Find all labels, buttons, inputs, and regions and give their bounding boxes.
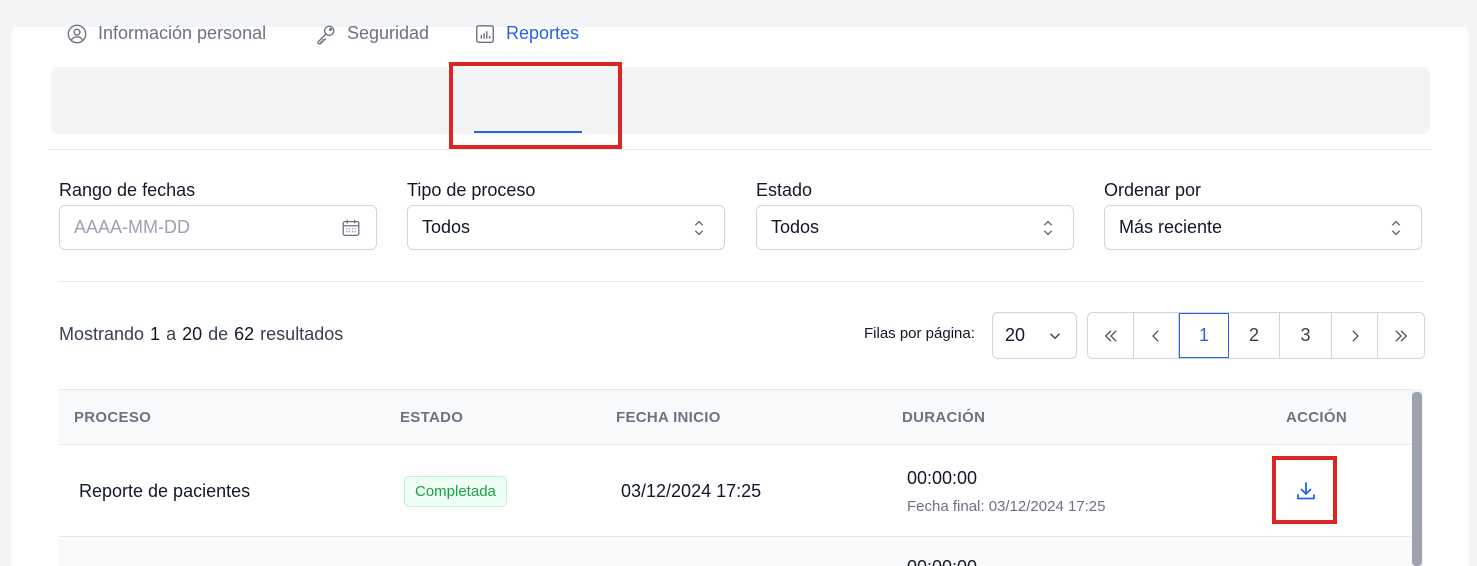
next-page-button[interactable] [1332,313,1378,358]
divider [59,281,1423,282]
divider [49,149,1431,150]
active-tab-indicator [474,131,582,133]
user-circle-icon [67,24,87,43]
download-icon[interactable] [1294,479,1318,503]
duration: 00:00:00 [907,468,978,488]
rows-per-page-select[interactable]: 20 [992,312,1077,359]
summary-total: 62 [234,324,255,344]
chevron-left-icon [1152,329,1159,342]
page-button-2[interactable]: 2 [1229,313,1280,358]
start-date: 03/12/2024 17:25 [621,481,762,501]
chevron-down-icon [1050,332,1060,339]
sort-by-select[interactable]: Más reciente [1104,205,1422,250]
date-placeholder: AAAA-MM-DD [74,217,190,237]
end-date: Fecha final: 03/12/2024 17:25 [907,498,1106,515]
pagination: 1 2 3 [1087,312,1425,359]
status-label: Estado [756,180,813,200]
header-start-date: FECHA INICIO [616,409,721,426]
header-action: ACCIÓN [1286,409,1347,426]
header-duration: DURACIÓN [902,409,986,426]
date-range-label: Rango de fechas [59,180,196,200]
prev-page-button[interactable] [1134,313,1179,358]
tab-personal-info[interactable]: Información personal [66,0,266,67]
chevron-right-icon [1351,329,1359,342]
chevron-up-down-icon [1043,220,1053,235]
tab-bar [51,67,1430,134]
status-select[interactable]: Todos [756,205,1074,250]
rows-per-page-label: Filas por página: [864,325,975,342]
tab-security[interactable]: Seguridad [315,0,429,67]
summary-suffix: resultados [260,324,344,344]
rows-per-page-value: 20 [1005,325,1026,345]
duration: 00:00:00 [907,557,977,566]
double-chevron-left-icon [1104,329,1117,342]
calendar-icon[interactable] [340,217,362,239]
chevron-up-down-icon [1391,220,1401,235]
chevron-up-down-icon [694,220,704,235]
header-process: PROCESO [74,409,152,426]
process-type-value: Todos [422,217,471,237]
scrollbar-thumb[interactable] [1412,392,1422,566]
key-icon [317,25,335,44]
results-summary: Mostrando 1 a 20 de 62 resultados [59,324,343,345]
header-status: ESTADO [400,409,464,426]
status-value: Todos [771,217,820,237]
bar-chart-icon [476,24,494,43]
date-range-input[interactable]: AAAA-MM-DD [59,205,377,250]
summary-to: 20 [182,324,203,344]
process-name: Reporte de pacientes [79,481,251,501]
summary-to-word: a [166,324,177,344]
tab-label: Seguridad [347,23,430,43]
process-type-select[interactable]: Todos [407,205,725,250]
tab-label: Información personal [98,23,267,43]
summary-from: 1 [150,324,161,344]
double-chevron-right-icon [1395,329,1408,342]
sort-by-label: Ordenar por [1104,180,1202,200]
page-button-1[interactable]: 1 [1179,313,1229,358]
tab-label: Reportes [506,23,580,43]
table-row: Reporte de pacientes Completada 03/12/20… [59,446,1411,537]
summary-of-word: de [208,324,229,344]
last-page-button[interactable] [1378,313,1424,358]
process-type-label: Tipo de proceso [407,180,536,200]
first-page-button[interactable] [1088,313,1134,358]
status-badge: Completada [404,476,507,507]
sort-by-value: Más reciente [1119,217,1223,237]
table-header: PROCESO ESTADO FECHA INICIO DURACIÓN ACC… [59,389,1411,445]
summary-prefix: Mostrando [59,324,145,344]
tab-reports[interactable]: Reportes [474,0,579,67]
table-row: 00:00:00 [59,537,1411,566]
page-button-3[interactable]: 3 [1280,313,1332,358]
